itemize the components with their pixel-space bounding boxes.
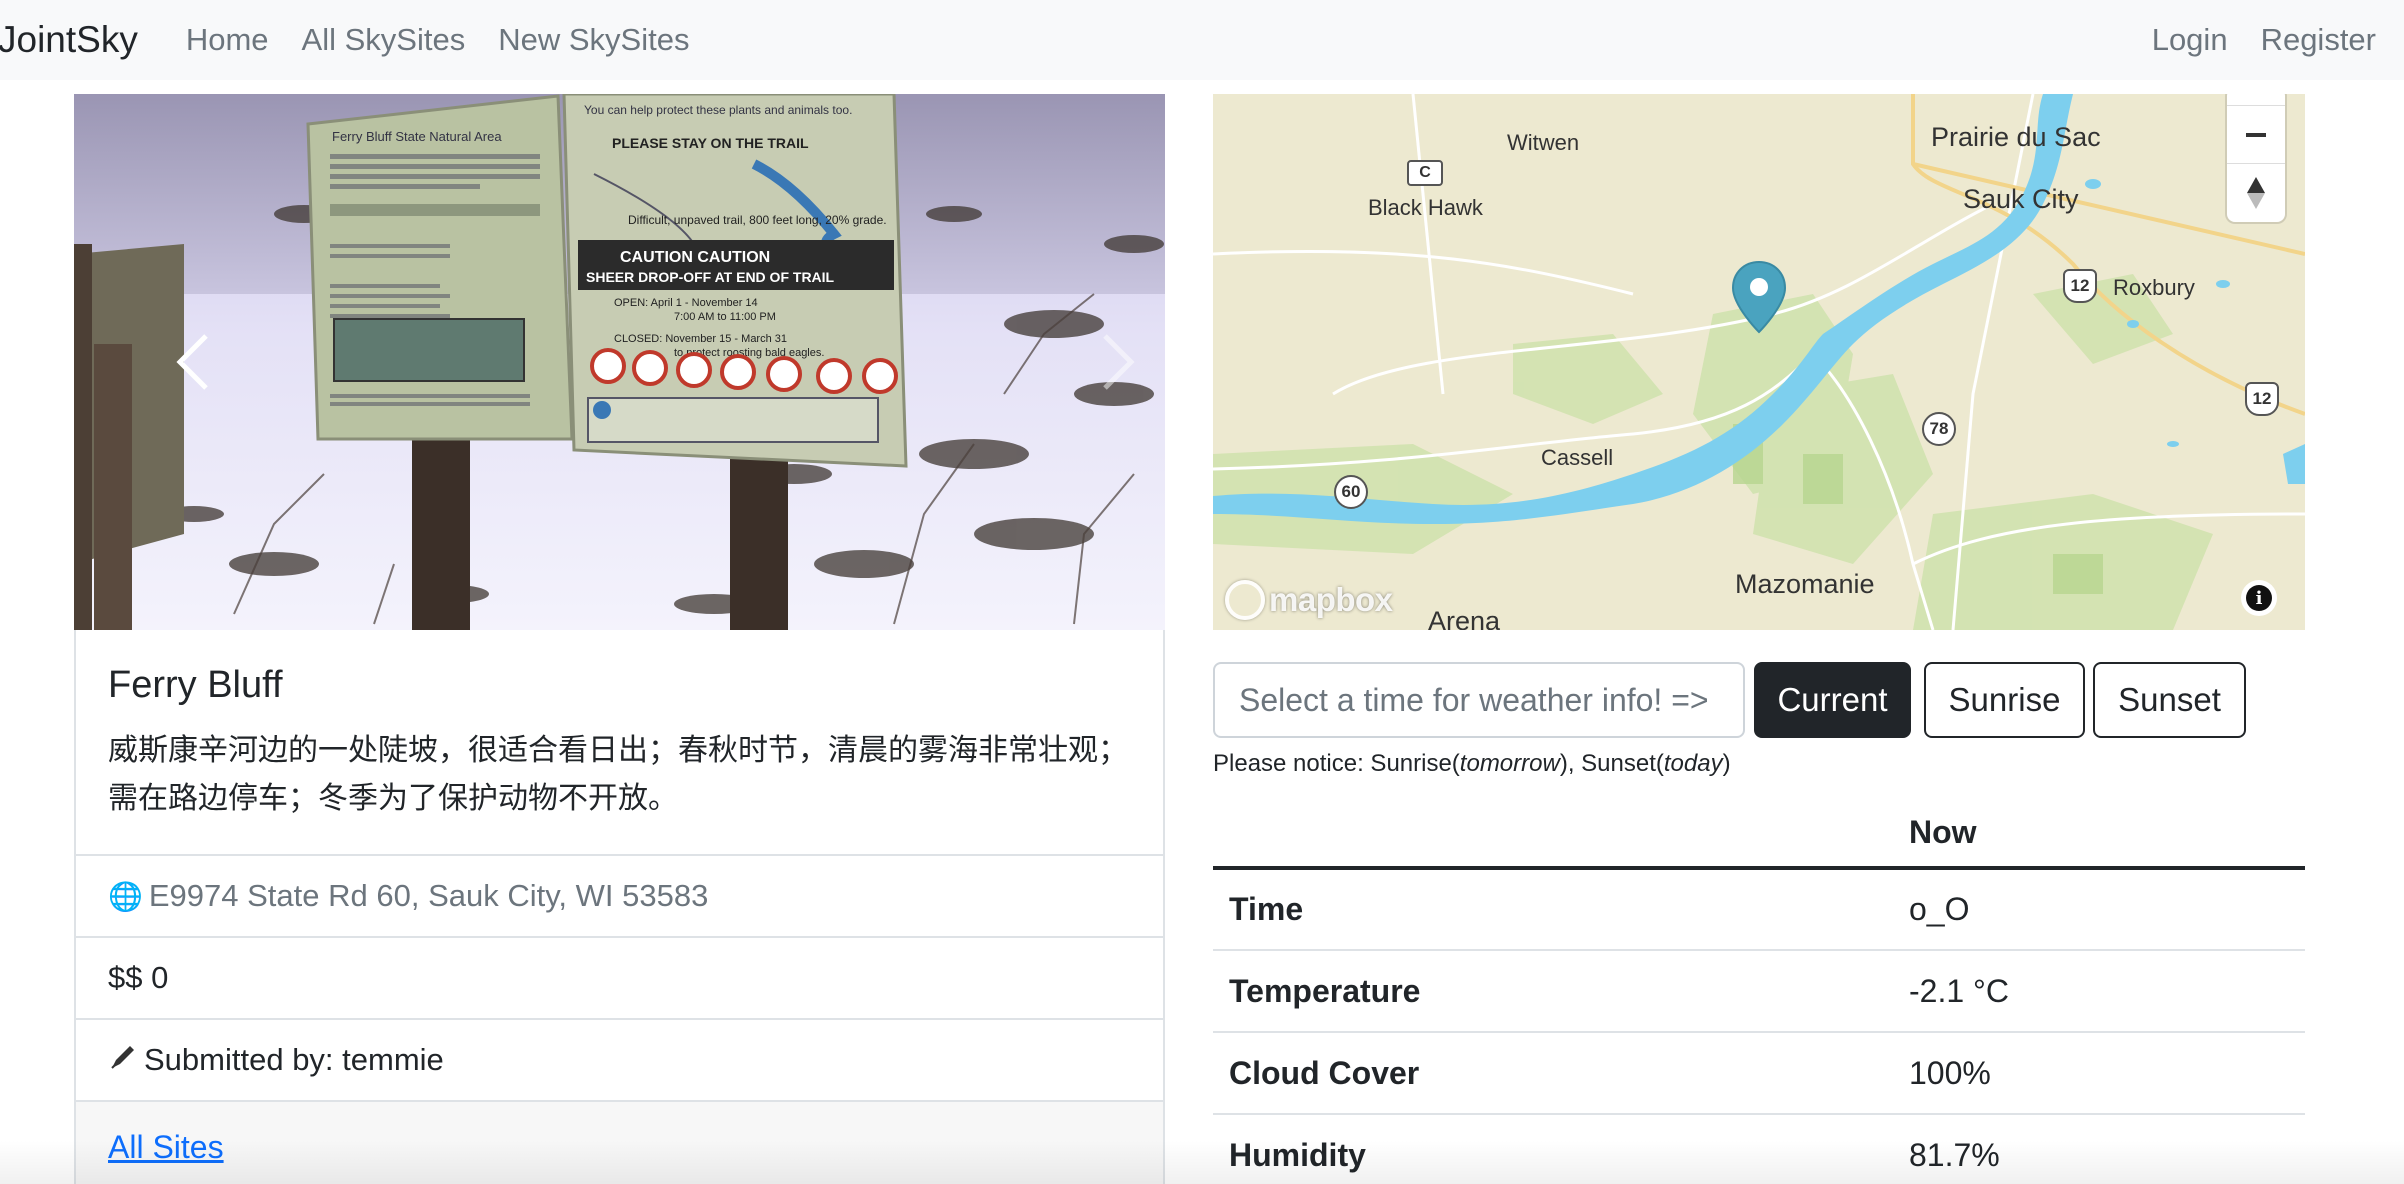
sign-header: You can help protect these plants and an… [584, 103, 852, 117]
table-row: Humidity 81.7% [1213, 1114, 2305, 1184]
table-row: Temperature -2.1 °C [1213, 950, 2305, 1033]
map-label-witwen: Witwen [1507, 130, 1580, 155]
mapbox-logo[interactable]: mapbox [1225, 580, 1393, 620]
mapbox-logo-icon [1225, 580, 1265, 620]
map-label-sauk-city: Sauk City [1963, 184, 2079, 214]
navbar: JointSky Home All SkySites New SkySites … [0, 0, 2404, 80]
weather-header-key [1213, 798, 1893, 870]
map-label-black-hawk: Black Hawk [1368, 195, 1483, 220]
table-row: Time o_O [1213, 868, 2305, 951]
carousel-prev-button[interactable] [154, 302, 234, 422]
current-button[interactable]: Current [1754, 662, 1911, 738]
notice-middle: ), Sunset( [1559, 750, 1664, 777]
all-sites-link[interactable]: All Sites [108, 1129, 224, 1166]
compass-button[interactable] [2227, 164, 2285, 222]
site-submitter: Submitted by: temmie [76, 1020, 1163, 1102]
weather-header-now: Now [1893, 798, 2305, 870]
sign-caution: CAUTION CAUTION [620, 249, 770, 266]
map-shield-c: C [1407, 160, 1443, 186]
site-card-body: Ferry Bluff 威斯康辛河边的一处陡坡，很适合看日出；春秋时节，清晨的雾… [76, 630, 1163, 856]
nav-link-login[interactable]: Login [2152, 22, 2228, 58]
map-base [1213, 94, 2305, 630]
nav-right: Login Register [2119, 0, 2376, 80]
brand-logo[interactable]: JointSky [0, 19, 138, 61]
site-card-footer: All Sites [76, 1102, 1163, 1184]
notice-suffix: ) [1722, 750, 1731, 777]
zoom-in-button[interactable] [2227, 94, 2285, 106]
site-price-text: $$ 0 [108, 960, 169, 995]
weather-key-humidity: Humidity [1213, 1114, 1893, 1184]
map-label-prairie-du-sac: Prairie du Sac [1931, 122, 2101, 152]
weather-key-temperature: Temperature [1213, 950, 1893, 1033]
notice-today: today [1663, 750, 1723, 777]
zoom-out-button[interactable] [2227, 106, 2285, 164]
weather-key-time: Time [1213, 868, 1893, 951]
sign-stay: PLEASE STAY ON THE TRAIL [612, 135, 809, 151]
sign-closed: CLOSED: November 15 - March 31 [614, 333, 787, 345]
map-label-arena: Arena [1428, 606, 1501, 630]
sign-open-hours: 7:00 AM to 11:00 PM [674, 311, 776, 323]
sign-dropoff: SHEER DROP-OFF AT END OF TRAIL [586, 269, 835, 285]
sign-open: OPEN: April 1 - November 14 [614, 297, 758, 309]
chevron-right-icon [1103, 334, 1135, 390]
site-submitter-text: Submitted by: temmie [144, 1042, 444, 1077]
weather-notice: Please notice: Sunrise(tomorrow), Sunset… [1213, 750, 1731, 778]
weather-table-header: Now [1213, 798, 2305, 870]
nav-link-register[interactable]: Register [2261, 22, 2376, 58]
nav-link-home[interactable]: Home [186, 22, 269, 58]
map-attribution-button[interactable]: i [2241, 580, 2277, 616]
photo-carousel: Ferry Bluff State Natural Area You can h… [74, 94, 1165, 630]
carousel-next-button[interactable] [1077, 302, 1157, 422]
site-address-text: E9974 State Rd 60, Sauk City, WI 53583 [148, 878, 709, 913]
weather-value-humidity: 81.7% [1893, 1114, 2305, 1184]
nav-link-all-skysites[interactable]: All SkySites [302, 22, 466, 58]
map-shield-hwy12-east: 12 [2245, 382, 2279, 416]
info-icon: i [2246, 585, 2272, 611]
notice-prefix: Please notice: Sunrise( [1213, 750, 1460, 777]
map-label-mazomanie: Mazomanie [1735, 569, 1875, 599]
weather-value-temperature: -2.1 °C [1893, 950, 2305, 1033]
site-map[interactable]: Witwen Black Hawk Prairie du Sac Sauk Ci… [1213, 94, 2305, 630]
pen-icon [108, 1042, 138, 1079]
table-row: Cloud Cover 100% [1213, 1032, 2305, 1115]
mapbox-logo-text: mapbox [1269, 581, 1393, 618]
map-label-roxbury: Roxbury [2113, 275, 2195, 300]
nav-link-new-skysites[interactable]: New SkySites [498, 22, 689, 58]
site-title: Ferry Bluff [108, 664, 283, 706]
site-description: 威斯康辛河边的一处陡坡，很适合看日出；春秋时节，清晨的雾海非常壮观；需在路边停车… [108, 733, 1128, 816]
map-shield-hwy78: 78 [1922, 412, 1956, 446]
chevron-left-icon [176, 334, 208, 390]
map-marker-icon[interactable] [1731, 260, 1787, 334]
carousel-photo: Ferry Bluff State Natural Area You can h… [74, 94, 1165, 630]
weather-value-time: o_O [1893, 868, 2305, 951]
sign-title: Ferry Bluff State Natural Area [332, 129, 502, 144]
sunset-button[interactable]: Sunset [2093, 662, 2246, 738]
map-shield-hwy12: 12 [2063, 269, 2097, 303]
minus-icon [2246, 132, 2266, 137]
compass-icon [2247, 177, 2265, 209]
globe-icon: 🌐 [108, 880, 143, 912]
map-shield-hwy60: 60 [1334, 475, 1368, 509]
weather-table: Now Time o_O Temperature -2.1 °C Cloud C… [1213, 798, 2305, 1184]
site-address: 🌐 E9974 State Rd 60, Sauk City, WI 53583 [76, 856, 1163, 938]
weather-time-input[interactable] [1213, 662, 1745, 738]
map-label-cassell: Cassell [1541, 445, 1614, 470]
site-price: $$ 0 [76, 938, 1163, 1020]
weather-value-cloud-cover: 100% [1893, 1032, 2305, 1115]
weather-key-cloud-cover: Cloud Cover [1213, 1032, 1893, 1115]
site-card: Ferry Bluff 威斯康辛河边的一处陡坡，很适合看日出；春秋时节，清晨的雾… [74, 630, 1165, 1184]
sunrise-button[interactable]: Sunrise [1924, 662, 2085, 738]
notice-tomorrow: tomorrow [1459, 750, 1560, 777]
sign-trail: Difficult, unpaved trail, 800 feet long,… [628, 213, 887, 227]
map-zoom-control [2227, 94, 2285, 222]
